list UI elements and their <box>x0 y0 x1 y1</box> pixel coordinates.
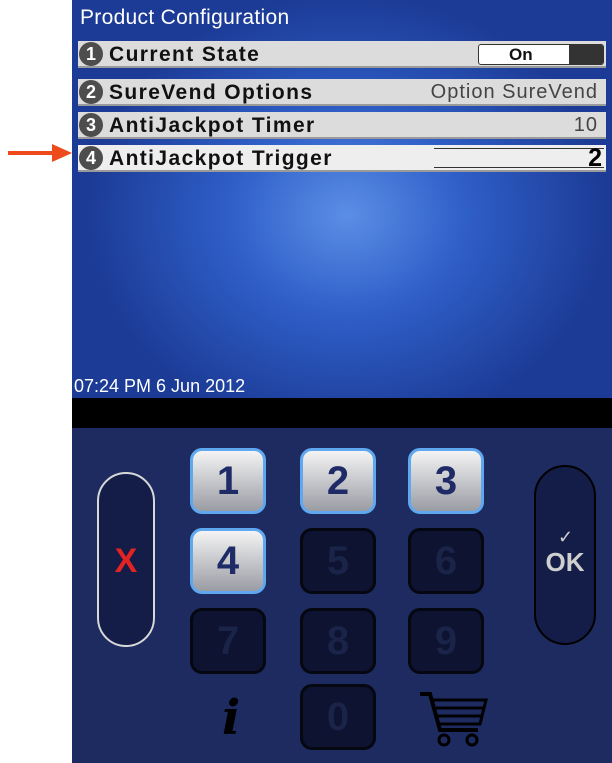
key-7[interactable]: 7 <box>190 608 266 674</box>
row-current-state[interactable]: 1 Current State On <box>78 41 606 68</box>
row-number-badge: 4 <box>79 146 103 170</box>
key-4[interactable]: 4 <box>190 528 266 594</box>
trigger-value: 2 <box>588 144 602 172</box>
key-5[interactable]: 5 <box>300 528 376 594</box>
row-number-badge: 2 <box>79 80 103 104</box>
key-6[interactable]: 6 <box>408 528 484 594</box>
row-antijackpot-trigger[interactable]: 4 AntiJackpot Trigger 2 <box>78 144 606 172</box>
timestamp: 07:24 PM 6 Jun 2012 <box>74 376 246 396</box>
key-9[interactable]: 9 <box>408 608 484 674</box>
key-1[interactable]: 1 <box>190 448 266 514</box>
toggle-knob <box>569 45 603 64</box>
divider-bar <box>72 398 612 428</box>
cart-icon[interactable] <box>418 690 488 748</box>
keypad-panel: X 1 2 3 4 5 6 7 8 9 0 i ✓ OK <box>72 428 612 763</box>
key-2[interactable]: 2 <box>300 448 376 514</box>
toggle-label: On <box>509 45 533 64</box>
cancel-button[interactable]: X <box>97 472 155 647</box>
row-number-badge: 3 <box>79 113 103 137</box>
row-label: SureVend Options <box>109 81 314 104</box>
row-value: 10 <box>573 114 598 136</box>
screen-title: Product Configuration <box>80 6 290 29</box>
row-surevend-options[interactable]: 2 SureVend Options Option SureVend <box>78 79 606 106</box>
current-state-toggle[interactable]: On <box>478 44 604 65</box>
key-8[interactable]: 8 <box>300 608 376 674</box>
pointer-arrow-icon <box>8 144 72 162</box>
cancel-x-icon: X <box>114 542 138 580</box>
row-label: AntiJackpot Trigger <box>109 147 333 170</box>
antijackpot-trigger-input[interactable]: 2 <box>434 144 604 172</box>
ok-button[interactable]: ✓ OK <box>534 465 596 645</box>
info-icon[interactable]: i <box>222 690 240 746</box>
key-3[interactable]: 3 <box>408 448 484 514</box>
device-screen: Product Configuration 1 Current State On… <box>72 0 612 398</box>
check-icon: ✓ <box>558 527 574 547</box>
row-value: Option SureVend <box>430 81 598 103</box>
row-label: AntiJackpot Timer <box>109 114 316 137</box>
key-0[interactable]: 0 <box>300 684 376 750</box>
row-number-badge: 1 <box>79 42 103 66</box>
row-label: Current State <box>109 43 261 66</box>
row-antijackpot-timer[interactable]: 3 AntiJackpot Timer 10 <box>78 112 606 139</box>
ok-label: OK <box>545 547 585 577</box>
